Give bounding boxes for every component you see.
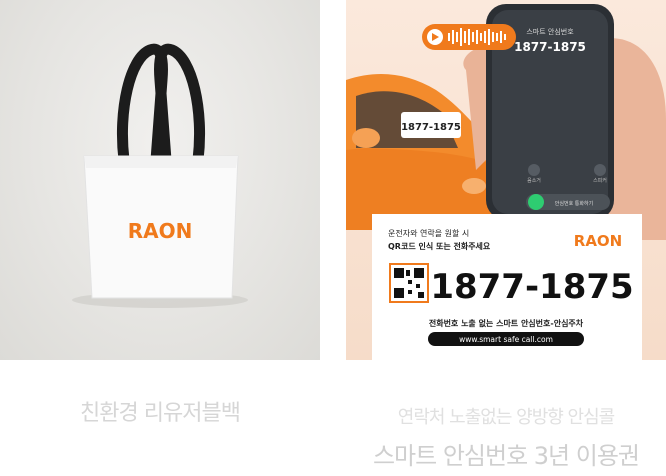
call-icon[interactable] — [528, 194, 544, 210]
sign-brand-logo: RAON — [574, 232, 622, 250]
phone-number: 1877-1875 — [514, 40, 586, 54]
sign-url: www.smart safe call.com — [459, 335, 553, 344]
phone-mute-label: 음소거 — [527, 177, 541, 184]
caption-safe-call: 연락처 노출없는 양방향 안심콜 — [397, 407, 615, 428]
caption-safe-number-plan: 스마트 안심번호 3년 이용권 — [372, 442, 640, 470]
sign-tagline: 전화번호 노출 없는 스마트 안심번호-안심주차 — [429, 318, 584, 328]
bag-logo: RAON — [128, 219, 193, 243]
sign-phone-number: 1877-1875 — [430, 267, 633, 307]
qr-code-icon — [389, 263, 429, 303]
phone-header: 스마트 안심번호 — [526, 27, 574, 36]
sign-line1: 운전자와 연락을 원할 시 — [388, 228, 469, 238]
safe-number-image: 1877-1875 스마트 안심번호 1877-1875 음소거 스피커 안심번… — [346, 4, 666, 360]
product-card-bag[interactable]: RAON — [0, 0, 320, 360]
product-card-safe-number[interactable]: 1877-1875 스마트 안심번호 1877-1875 음소거 스피커 안심번… — [346, 0, 666, 360]
reusable-bag-image: RAON — [72, 43, 248, 308]
car-sticker-number: 1877-1875 — [401, 122, 461, 133]
sign-line2: QR코드 인식 또는 전화주세요 — [388, 241, 491, 251]
caption-reusable-bag: 친환경 리유저블백 — [80, 401, 241, 426]
phone-speaker-label: 스피커 — [593, 177, 607, 184]
phone-call-label: 안심번호 통화하기 — [555, 200, 593, 207]
